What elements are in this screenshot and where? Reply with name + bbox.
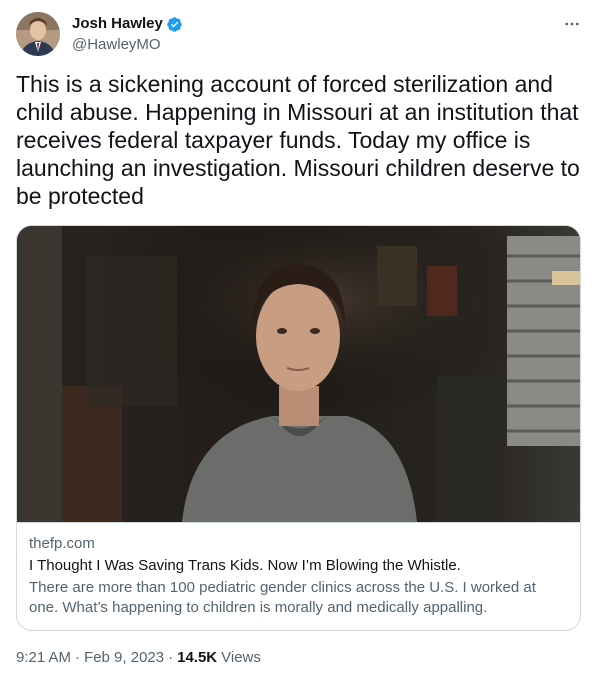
- card-body: thefp.com I Thought I Was Saving Trans K…: [29, 534, 569, 618]
- tweet-meta: 9:21 AM · Feb 9, 2023 · 14.5K Views: [16, 648, 261, 668]
- profile-photo: [16, 12, 60, 56]
- meta-separator: ·: [168, 649, 174, 666]
- views-label: Views: [221, 649, 261, 666]
- verified-badge-icon[interactable]: [166, 16, 183, 33]
- views-count[interactable]: 14.5K: [177, 648, 217, 668]
- author-info: Josh Hawley @HawleyMO: [72, 14, 183, 55]
- tweet-header: Josh Hawley @HawleyMO: [16, 12, 582, 56]
- tweet: Josh Hawley @HawleyMO This is a sickenin…: [0, 0, 598, 681]
- card-image[interactable]: [17, 226, 580, 523]
- tweet-text: This is a sickening account of forced st…: [16, 71, 587, 209]
- tweet-date[interactable]: Feb 9, 2023: [84, 648, 164, 668]
- meta-separator: ·: [75, 649, 81, 666]
- more-horizontal-icon: [565, 22, 579, 26]
- article-photo: [17, 226, 580, 522]
- link-card[interactable]: thefp.com I Thought I Was Saving Trans K…: [16, 225, 581, 631]
- card-description: There are more than 100 pediatric gender…: [29, 579, 536, 616]
- card-domain: thefp.com: [29, 535, 95, 552]
- author-name[interactable]: Josh Hawley: [72, 14, 163, 34]
- avatar[interactable]: [16, 12, 60, 56]
- card-title: I Thought I Was Saving Trans Kids. Now I…: [29, 557, 461, 574]
- author-handle[interactable]: @HawleyMO: [72, 35, 183, 55]
- more-options-button[interactable]: [562, 14, 582, 34]
- tweet-time[interactable]: 9:21 AM: [16, 648, 71, 668]
